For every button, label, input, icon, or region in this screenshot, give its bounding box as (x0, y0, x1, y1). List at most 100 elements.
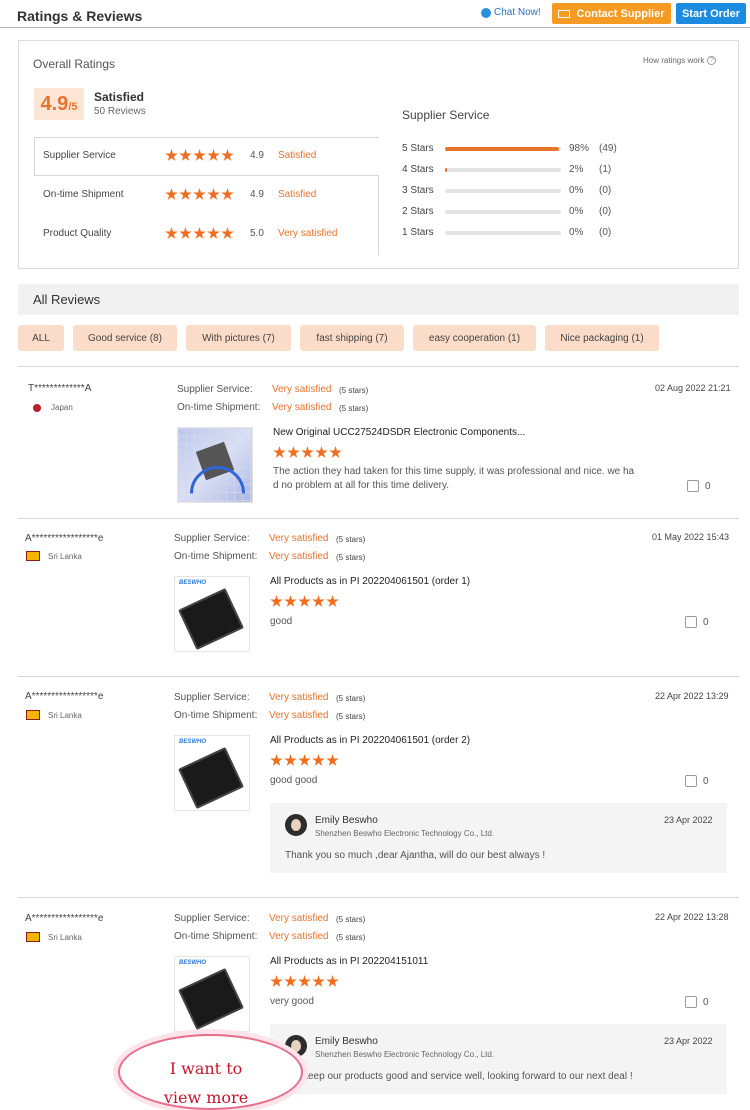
bar-track (445, 210, 561, 214)
review-product-link[interactable]: All Products as in PI 202204061501 (orde… (270, 576, 470, 587)
review-date: 01 May 2022 15:43 (652, 532, 730, 542)
japan-flag-icon (33, 404, 41, 412)
bar-label: 1 Stars (402, 227, 434, 238)
review-country: Sri Lanka (48, 933, 82, 942)
review-shipment-stars: (5 stars) (336, 712, 366, 721)
like-button[interactable]: 0 (685, 616, 709, 628)
star-icon (284, 595, 297, 607)
star-icon (312, 975, 325, 987)
product-thumbnail[interactable]: BESWHO (174, 576, 250, 652)
like-button[interactable]: 0 (687, 480, 711, 492)
review-divider (18, 518, 739, 519)
bar-count: (0) (599, 227, 612, 238)
overall-score: 4.9 (40, 93, 69, 115)
thumbs-up-icon (685, 996, 697, 1008)
product-thumbnail[interactable]: BESWHO (174, 735, 250, 811)
review-divider (18, 897, 739, 898)
chat-now-link[interactable]: Chat Now! (481, 7, 541, 18)
star-icon (270, 975, 283, 987)
bar-percent: 0% (569, 206, 584, 217)
view-more-bubble[interactable]: I want to view more (118, 1034, 303, 1110)
star-icon (298, 595, 311, 607)
sri-lanka-flag-icon (26, 932, 40, 942)
filter-tag-good-service[interactable]: Good service (8) (73, 325, 177, 351)
help-icon: ? (707, 56, 717, 65)
filter-tag-with-pictures[interactable]: With pictures (7) (186, 325, 291, 351)
bar-label: 3 Stars (402, 185, 434, 196)
review-shipment-label: On-time Shipment: (177, 402, 261, 413)
star-icon (193, 149, 206, 161)
filter-tag-easy-cooperation[interactable]: easy cooperation (1) (413, 325, 536, 351)
star-icon (165, 227, 178, 239)
rating-box-top-line (34, 137, 379, 138)
review-service-value: Very satisfied (269, 533, 329, 544)
review-user: A*****************e (25, 533, 104, 544)
bar-percent: 0% (569, 227, 584, 238)
product-thumbnail[interactable] (177, 427, 253, 503)
star-icon (287, 446, 300, 458)
page-title: Ratings & Reviews (17, 8, 143, 24)
star-icon (270, 595, 283, 607)
supplier-avatar (285, 814, 307, 836)
like-count: 0 (703, 775, 709, 787)
review-text: very good (270, 996, 314, 1007)
bar-percent: 0% (569, 185, 584, 196)
review-service-value: Very satisfied (269, 913, 329, 924)
rating-row-score: 4.9 (250, 150, 264, 161)
filter-tag-nice-packaging[interactable]: Nice packaging (1) (545, 325, 659, 351)
all-reviews-header (18, 284, 739, 315)
like-count: 0 (703, 996, 709, 1008)
how-ratings-work-link[interactable]: How ratings work ? (643, 56, 717, 65)
overall-score-badge: 4.9 /5 (34, 88, 84, 120)
review-shipment-label: On-time Shipment: (174, 551, 258, 562)
star-icon (326, 975, 339, 987)
reply-name: Emily Beswho (315, 815, 378, 826)
start-order-button[interactable]: Start Order (676, 3, 746, 24)
rating-row-score: 4.9 (250, 189, 264, 200)
bar-percent: 2% (569, 164, 584, 175)
supplier-reply (270, 803, 727, 873)
review-stars (270, 975, 339, 988)
review-shipment-value: Very satisfied (269, 931, 329, 942)
thumbs-up-icon (687, 480, 699, 492)
review-product-link[interactable]: All Products as in PI 202204061501 (orde… (270, 735, 470, 746)
review-date: 22 Apr 2022 13:28 (655, 912, 729, 922)
how-ratings-work-label: How ratings work (643, 56, 705, 65)
like-button[interactable]: 0 (685, 775, 709, 787)
bar-label: 5 Stars (402, 143, 434, 154)
contact-supplier-button[interactable]: Contact Supplier (552, 3, 671, 24)
review-shipment-stars: (5 stars) (336, 553, 366, 562)
review-text-line: d no problem at all for this time delive… (273, 480, 450, 491)
supplier-service-title: Supplier Service (402, 108, 490, 122)
like-button[interactable]: 0 (685, 996, 709, 1008)
star-icon (273, 446, 286, 458)
review-service-stars: (5 stars) (336, 694, 366, 703)
star-icon (315, 446, 328, 458)
star-icon (270, 754, 283, 766)
review-service-stars: (5 stars) (336, 915, 366, 924)
star-icon (207, 188, 220, 200)
view-more-line: I want to (169, 1059, 243, 1078)
chat-now-label: Chat Now! (494, 7, 541, 18)
star-icon (284, 754, 297, 766)
rating-row-status: Very satisfied (278, 228, 338, 239)
supplier-reply (270, 1024, 727, 1094)
review-product-link[interactable]: New Original UCC27524DSDR Electronic Com… (273, 427, 525, 438)
bar-count: (0) (599, 185, 612, 196)
star-icon (329, 446, 342, 458)
star-icon (165, 188, 178, 200)
star-icon (312, 595, 325, 607)
review-service-stars: (5 stars) (339, 386, 369, 395)
filter-tag-all[interactable]: ALL (18, 325, 64, 351)
filter-tag-fast-shipping[interactable]: fast shipping (7) (300, 325, 404, 351)
review-shipment-stars: (5 stars) (339, 404, 369, 413)
product-thumbnail[interactable]: BESWHO (174, 956, 250, 1032)
star-icon (179, 227, 192, 239)
star-icon (298, 975, 311, 987)
star-icon (179, 149, 192, 161)
star-icon (193, 188, 206, 200)
review-service-value: Very satisfied (272, 384, 332, 395)
rating-row-label: Supplier Service (43, 150, 116, 161)
brand-logo: BESWHO (179, 580, 206, 586)
review-product-link[interactable]: All Products as in PI 202204151011 (270, 956, 428, 967)
